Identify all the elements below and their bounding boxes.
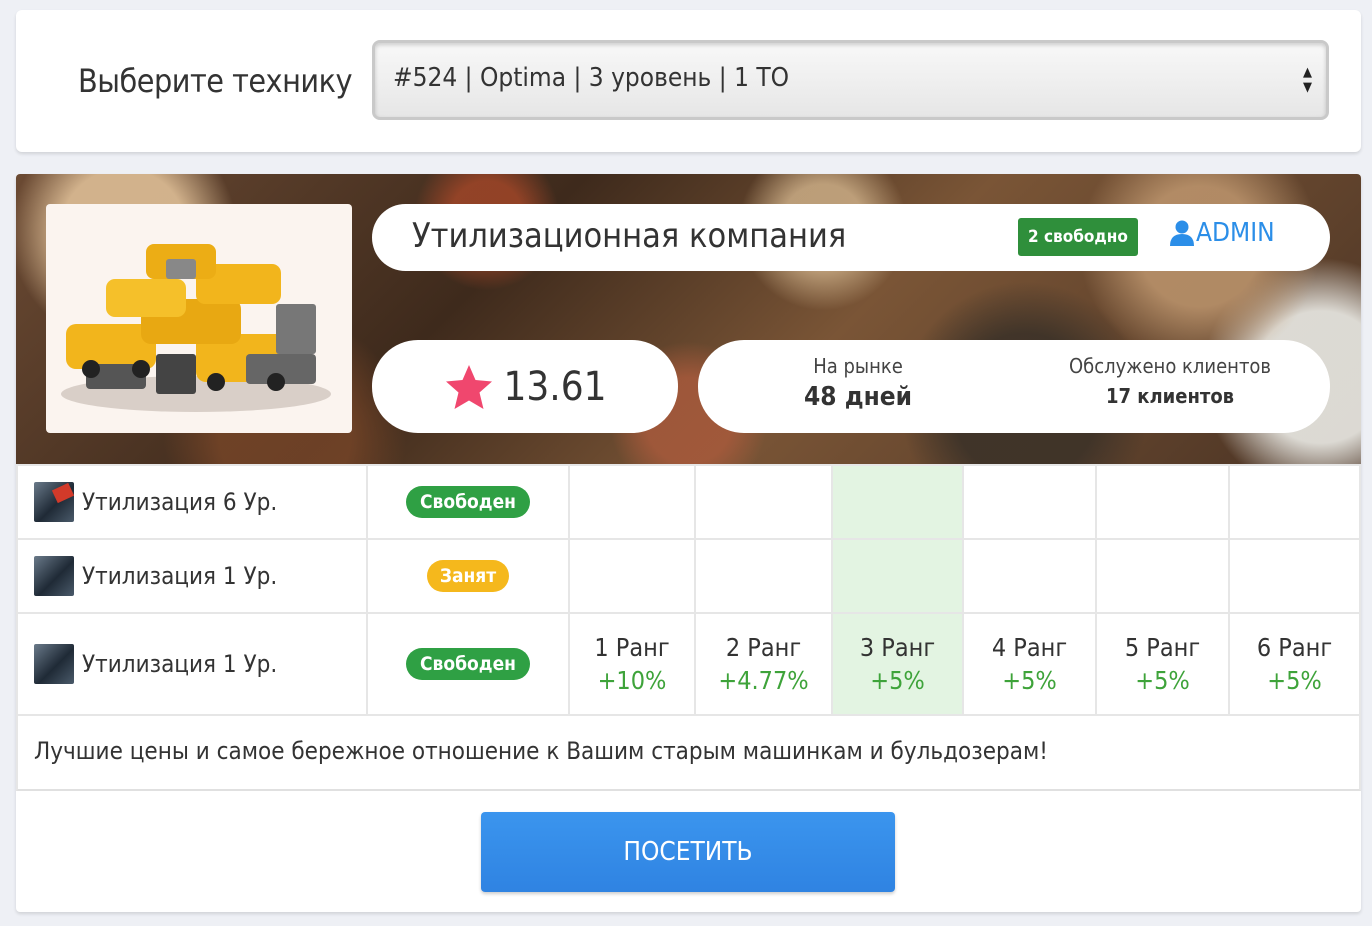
status-badge: Занят — [426, 560, 510, 592]
vehicle-select[interactable]: #524 | Optima | 3 уровень | 1 ТО ▲ ▼ — [372, 40, 1329, 120]
rank-bonus: +5% — [870, 666, 925, 695]
market-label: На рынке — [813, 354, 903, 378]
market-value: 48 дней — [804, 382, 912, 412]
description-row: Лучшие цены и самое бережное отношение к… — [16, 715, 1361, 791]
company-name: Утилизационная компания — [412, 216, 847, 256]
service-name: Утилизация 1 Ур. — [82, 562, 278, 590]
rank-cell-6: 6 Ранг +5% — [1228, 612, 1361, 716]
rank-title: 1 Ранг — [594, 633, 670, 662]
table-row: Утилизация 6 Ур. Свободен — [16, 464, 1361, 540]
owner-name: ADMIN — [1196, 218, 1275, 248]
rank-cell — [568, 538, 696, 614]
service-name-cell: Утилизация 1 Ур. — [16, 538, 368, 614]
service-name: Утилизация 1 Ур. — [82, 650, 278, 678]
rank-cell — [831, 464, 964, 540]
rank-cell — [962, 464, 1097, 540]
rank-cell — [694, 538, 833, 614]
clients-value: 17 клиентов — [1105, 384, 1235, 408]
rank-cell — [1228, 464, 1361, 540]
rank-bonus: +4.77% — [718, 666, 809, 695]
rank-bonus: +5% — [1267, 666, 1322, 695]
clients-label: Обслужено клиентов — [1068, 354, 1272, 378]
rank-bonus: +5% — [1002, 666, 1057, 695]
star-icon — [445, 364, 492, 409]
company-photo — [46, 204, 352, 433]
rank-cell-2: 2 Ранг +4.77% — [694, 612, 833, 716]
table-row: Утилизация 1 Ур. Занят — [16, 538, 1361, 614]
rank-cell — [694, 464, 833, 540]
vehicle-select-card: Выберите технику #524 | Optima | 3 урове… — [16, 10, 1361, 152]
rank-cell — [1095, 464, 1230, 540]
vehicle-select-value: #524 | Optima | 3 уровень | 1 ТО — [393, 63, 790, 93]
select-arrows-icon: ▲ ▼ — [1303, 65, 1312, 95]
service-status-cell: Свободен — [366, 612, 570, 716]
table-row: Утилизация 1 Ур. Свободен 1 Ранг +10% 2 … — [16, 612, 1361, 716]
service-name: Утилизация 6 Ур. — [82, 488, 278, 516]
owner-link[interactable]: ADMIN — [1170, 218, 1275, 248]
rank-cell — [962, 538, 1097, 614]
rank-cell-1: 1 Ранг +10% — [568, 612, 696, 716]
service-name-cell: Утилизация 1 Ур. — [16, 612, 368, 716]
user-icon — [1170, 220, 1194, 246]
select-label: Выберите технику — [78, 62, 353, 100]
rank-title: 6 Ранг — [1256, 633, 1333, 662]
rank-cell-3: 3 Ранг +5% — [831, 612, 964, 716]
rating-pill: 13.61 — [372, 340, 678, 433]
market-stat: На рынке 48 дней — [758, 354, 958, 412]
rank-bonus: +5% — [1135, 666, 1190, 695]
rank-cell — [831, 538, 964, 614]
status-badge: Свободен — [405, 648, 530, 680]
rank-cell-4: 4 Ранг +5% — [962, 612, 1097, 716]
rank-title: 2 Ранг — [725, 633, 802, 662]
stats-pill: На рынке 48 дней Обслужено клиентов 17 к… — [698, 340, 1330, 433]
service-status-cell: Занят — [366, 538, 570, 614]
status-badge: Свободен — [405, 486, 530, 518]
free-slots-badge: 2 свободно — [1018, 218, 1138, 256]
company-description: Лучшие цены и самое бережное отношение к… — [34, 737, 1048, 765]
service-icon — [34, 556, 74, 596]
rank-cell-5: 5 Ранг +5% — [1095, 612, 1230, 716]
rank-cell — [1095, 538, 1230, 614]
service-name-cell: Утилизация 6 Ур. — [16, 464, 368, 540]
rank-cell — [568, 464, 696, 540]
services-table: Утилизация 6 Ур. Свободен Утилизация 1 У… — [16, 464, 1361, 716]
rank-bonus: +10% — [597, 666, 667, 695]
service-icon — [34, 644, 74, 684]
rank-title: 5 Ранг — [1124, 633, 1201, 662]
service-status-cell: Свободен — [366, 464, 570, 540]
service-icon — [34, 482, 74, 522]
rating-value: 13.61 — [503, 363, 607, 410]
company-card: Утилизационная компания 2 свободно ADMIN… — [16, 174, 1361, 912]
rank-cell — [1228, 538, 1361, 614]
clients-stat: Обслужено клиентов 17 клиентов — [1050, 354, 1290, 408]
company-name-bar: Утилизационная компания 2 свободно ADMIN — [372, 204, 1330, 271]
rank-title: 3 Ранг — [859, 633, 936, 662]
visit-button[interactable]: ПОСЕТИТЬ — [481, 812, 895, 892]
rank-title: 4 Ранг — [991, 633, 1068, 662]
